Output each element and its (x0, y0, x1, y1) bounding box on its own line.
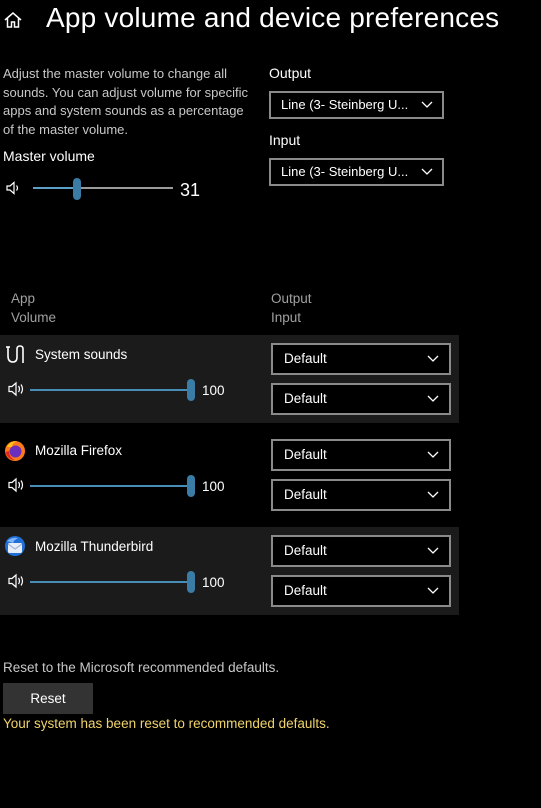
input-label: Input (269, 132, 301, 148)
column-header-input: Input (271, 310, 302, 325)
app-volume-track[interactable] (30, 581, 191, 583)
app-output-value: Default (284, 351, 327, 366)
app-volume-thumb[interactable] (187, 475, 195, 497)
app-output-dropdown[interactable]: Default (271, 535, 451, 567)
chevron-down-icon (421, 101, 433, 108)
speaker-icon[interactable] (8, 573, 26, 589)
app-volume-track[interactable] (30, 485, 191, 487)
app-input-dropdown[interactable]: Default (271, 383, 451, 415)
app-volume-track[interactable] (30, 389, 191, 391)
speaker-icon[interactable] (8, 477, 26, 493)
input-device-value: Line (3- Steinberg U... (281, 164, 409, 179)
app-name: System sounds (35, 347, 128, 362)
app-volume-thumb[interactable] (187, 571, 195, 593)
chevron-down-icon (427, 355, 439, 362)
app-output-dropdown[interactable]: Default (271, 439, 451, 471)
speaker-icon[interactable] (6, 181, 22, 195)
app-input-value: Default (284, 487, 327, 502)
output-device-value: Line (3- Steinberg U... (281, 97, 409, 112)
app-volume-value: 100 (202, 575, 225, 590)
thunderbird-icon (5, 536, 25, 556)
app-row-thunderbird: Mozilla Thunderbird 100 Default Default (0, 527, 459, 615)
input-device-dropdown[interactable]: Line (3- Steinberg U... (269, 158, 444, 186)
app-row-firefox: Mozilla Firefox 100 Default Default (0, 431, 459, 519)
master-volume-label: Master volume (3, 148, 95, 164)
chevron-down-icon (427, 547, 439, 554)
output-label: Output (269, 65, 312, 81)
app-row-system-sounds: System sounds 100 Default Default (0, 335, 459, 423)
app-input-value: Default (284, 583, 327, 598)
column-header-app: App (11, 291, 36, 306)
home-icon[interactable] (3, 10, 23, 30)
app-input-value: Default (284, 391, 327, 406)
app-input-dropdown[interactable]: Default (271, 479, 451, 511)
app-volume-value: 100 (202, 479, 225, 494)
column-header-volume: Volume (11, 310, 57, 325)
master-volume-value: 31 (180, 180, 201, 200)
app-volume-thumb[interactable] (187, 379, 195, 401)
chevron-down-icon (427, 587, 439, 594)
chevron-down-icon (427, 395, 439, 402)
output-device-dropdown[interactable]: Line (3- Steinberg U... (269, 91, 444, 119)
page-title: App volume and device preferences (46, 2, 500, 33)
column-header-output: Output (271, 291, 312, 306)
app-name: Mozilla Firefox (35, 443, 123, 458)
master-volume-fill (33, 187, 78, 189)
app-input-dropdown[interactable]: Default (271, 575, 451, 607)
chevron-down-icon (427, 451, 439, 458)
app-output-dropdown[interactable]: Default (271, 343, 451, 375)
reset-button[interactable]: Reset (3, 683, 93, 714)
page-description: Adjust the master volume to change all s… (3, 66, 248, 137)
speaker-icon[interactable] (8, 381, 26, 397)
app-output-value: Default (284, 543, 327, 558)
system-sounds-icon (6, 345, 24, 363)
master-volume-thumb[interactable] (73, 178, 81, 200)
app-output-value: Default (284, 447, 327, 462)
chevron-down-icon (427, 491, 439, 498)
reset-status-message: Your system has been reset to recommende… (3, 716, 330, 731)
app-volume-value: 100 (202, 383, 225, 398)
reset-description: Reset to the Microsoft recommended defau… (3, 660, 280, 675)
chevron-down-icon (421, 168, 433, 175)
app-name: Mozilla Thunderbird (35, 539, 154, 554)
firefox-icon (5, 441, 25, 461)
